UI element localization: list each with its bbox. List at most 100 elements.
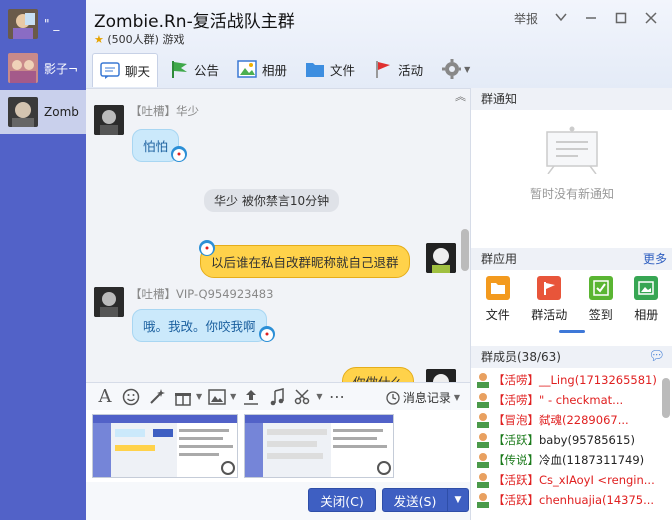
message-bubble: 哦。我改。你咬我啊 (132, 309, 267, 342)
tab-chat[interactable]: 聊天 (92, 53, 159, 87)
message-sender: 【吐槽】华少 (130, 103, 199, 119)
pasted-image[interactable] (244, 414, 394, 478)
chat-header: Zombie.Rn-复活战队主群 ★ (500人群) 游戏 举报 聊天 公告 相… (86, 0, 672, 88)
upload-icon[interactable] (240, 386, 262, 408)
close-button[interactable]: 关闭(C) (308, 488, 376, 512)
flag-icon (169, 59, 189, 79)
image-icon[interactable] (206, 386, 228, 408)
my-message-bubble: 以后谁在私自改群昵称就自己退群 (200, 245, 410, 278)
message-history-button[interactable]: 消息记录 ▼ (386, 389, 464, 406)
member-name: 冷血(1187311749) (539, 453, 645, 467)
member-badge: 【传说】 (493, 453, 539, 467)
emoji-icon[interactable] (120, 386, 142, 408)
app-files[interactable]: 文件 (485, 276, 510, 323)
collapse-icon[interactable]: ︽ (455, 89, 466, 104)
photo-icon (237, 59, 257, 79)
group-info: (500人群) 游戏 (107, 33, 185, 46)
sidebar-conversation-active[interactable]: Zomb (0, 90, 86, 134)
chat-tabs: 聊天 公告 相册 文件 活动 ▼ (92, 52, 485, 87)
qq-group-chat-window: " _ 影子¬ Zomb Zombie.Rn-复活战队主群 ★ (500人群) … (0, 0, 672, 520)
member-row[interactable]: 【活唠】 __Ling(1713265581) (471, 370, 672, 390)
app-album[interactable]: 相册 (634, 276, 658, 323)
member-name: chenhuajia(14375... (539, 493, 655, 507)
scissors-icon[interactable] (292, 386, 314, 408)
close-icon[interactable] (638, 8, 664, 28)
sender-name: 华少 (176, 104, 199, 118)
sender-tag: 【吐槽】 (130, 287, 176, 301)
message-input[interactable] (86, 410, 470, 490)
checkmark-icon (588, 276, 613, 300)
member-row[interactable]: 【传说】 冷血(1187311749) (471, 450, 672, 470)
folder-icon (305, 59, 325, 79)
zoom-icon[interactable] (377, 461, 391, 475)
more-icon[interactable]: ⋯ (326, 386, 348, 408)
member-name: __Ling(1713265581) (539, 373, 657, 387)
app-label: 群活动 (531, 308, 568, 322)
app-label: 文件 (485, 308, 510, 322)
send-options-dropdown[interactable]: ▼ (447, 488, 469, 512)
apps-section-header: 群应用 更多 (471, 248, 672, 270)
group-info-panel: 群通知 暂时没有新通知 群应用 更多 文件 群活动 签到 相册 群成员(38/6… (470, 88, 672, 520)
avatar (8, 9, 38, 39)
tab-label: 文件 (330, 62, 356, 78)
group-title: Zombie.Rn-复活战队主群 (94, 12, 295, 32)
magic-wand-icon[interactable] (146, 386, 168, 408)
apps-title: 群应用 (481, 252, 518, 266)
member-row[interactable]: 【活跃】 baby(95785615) (471, 430, 672, 450)
message-sender: 【吐槽】VIP-Q954923483 (130, 286, 273, 302)
member-name: baby(95785615) (539, 433, 635, 447)
member-badge: 【活跃】 (493, 473, 539, 487)
sidebar-item-label: 影子¬ (44, 61, 79, 76)
app-group-activity[interactable]: 群活动 (531, 276, 567, 323)
clock-icon (386, 390, 400, 405)
tab-files[interactable]: 文件 (298, 53, 362, 85)
red-flag-icon (373, 59, 393, 79)
tab-activity[interactable]: 活动 (366, 53, 430, 85)
minimize-icon[interactable] (578, 8, 604, 28)
maximize-icon[interactable] (608, 8, 634, 28)
tab-label: 聊天 (125, 64, 151, 79)
font-icon[interactable]: A (94, 386, 116, 408)
member-row[interactable]: 【活跃】 Cs_xIAoyI <rengin... (471, 470, 672, 490)
input-actions: 关闭(C) 发送(S) ▼ (86, 482, 470, 520)
chevron-down-icon[interactable]: ▼ (316, 392, 322, 401)
chevron-down-icon[interactable]: ▼ (196, 392, 202, 401)
member-badge: 【活跃】 (493, 493, 539, 507)
member-row[interactable]: 【冒泡】 弑魂(2289067... (471, 410, 672, 430)
settings-dropdown[interactable]: ▼ (434, 53, 481, 85)
app-check-in[interactable]: 签到 (588, 276, 613, 323)
report-button[interactable]: 举报 (508, 8, 544, 28)
system-notice: 华少 被你禁言10分钟 (204, 189, 340, 212)
tab-announcement[interactable]: 公告 (162, 53, 226, 85)
sidebar-conversation[interactable]: 影子¬ (0, 46, 86, 90)
member-name: Cs_xIAoyI <rengin... (539, 473, 655, 487)
photo-icon (634, 276, 659, 300)
avatar (94, 287, 124, 317)
more-apps-link[interactable]: 更多 (643, 248, 667, 270)
chat-scrollbar[interactable] (461, 229, 469, 271)
app-label: 签到 (588, 308, 613, 322)
member-row[interactable]: 【活跃】 chenhuajia(14375... (471, 490, 672, 510)
music-icon[interactable] (266, 386, 288, 408)
chat-messages: ︽ 【吐槽】华少 怕怕 华少 被你禁言10分钟 以后谁在私自改群昵称就自己退群 … (86, 88, 470, 382)
avatar (94, 105, 124, 135)
member-name: " - checkmat... (539, 393, 624, 407)
send-button[interactable]: 发送(S) (382, 488, 448, 512)
pasted-image[interactable] (92, 414, 238, 478)
apps-page-indicator[interactable] (559, 330, 585, 333)
chevron-down-icon[interactable]: ▼ (230, 392, 236, 401)
notice-empty-state: 暂时没有新通知 (471, 124, 672, 202)
star-icon: ★ (94, 33, 104, 46)
tab-album[interactable]: 相册 (230, 53, 294, 85)
member-list: 【活唠】 __Ling(1713265581) 【活唠】 " - checkmat.… (471, 370, 672, 510)
chat-bubble-icon (100, 61, 120, 81)
sidebar-conversation[interactable]: " _ (0, 2, 86, 46)
menu-icon[interactable] (548, 8, 574, 28)
member-avatar (477, 473, 489, 488)
member-avatar (477, 433, 489, 448)
zoom-icon[interactable] (221, 461, 235, 475)
member-avatar (477, 493, 489, 508)
chat-icon[interactable]: 💬︎ (648, 346, 665, 368)
member-row[interactable]: 【活唠】 " - checkmat... (471, 390, 672, 410)
gift-icon[interactable] (172, 386, 194, 408)
